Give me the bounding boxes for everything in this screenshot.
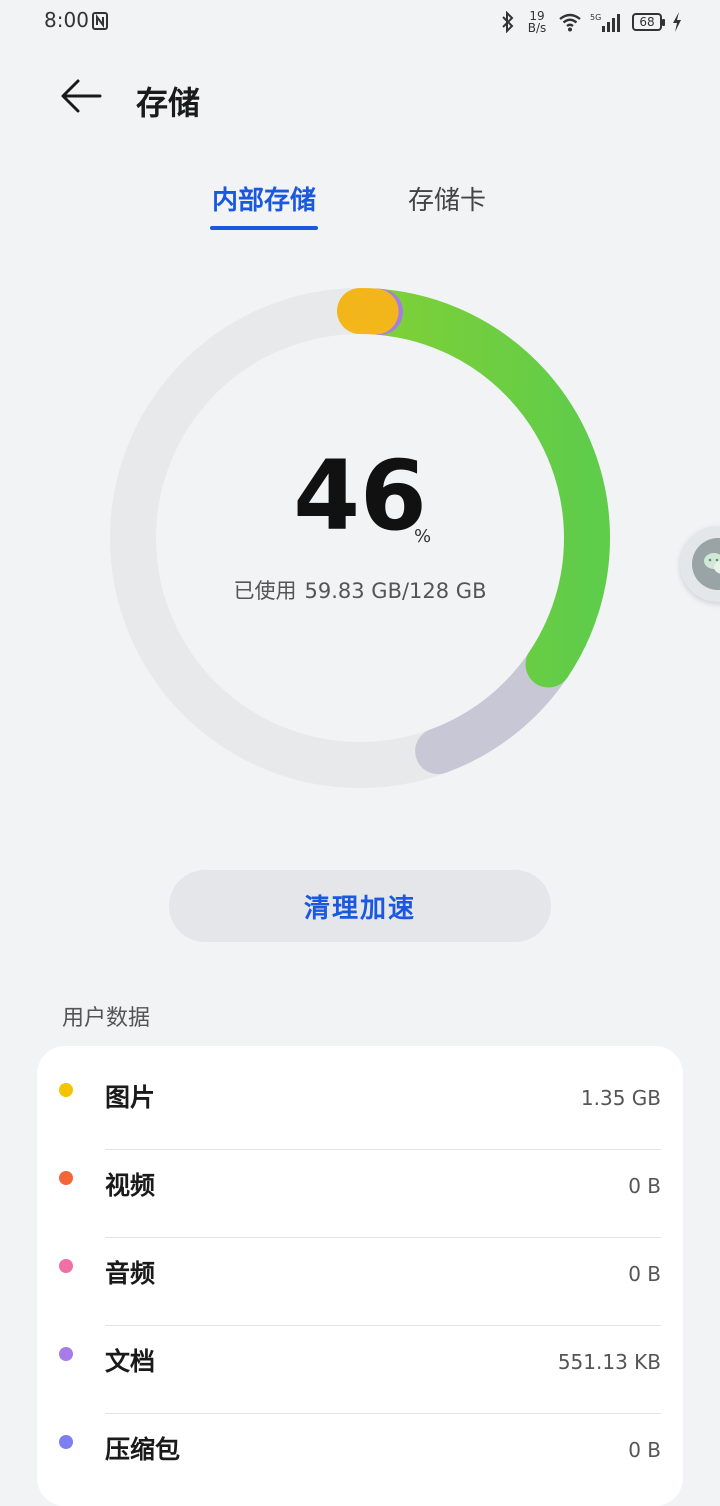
usage-percent: 46 (293, 440, 427, 552)
list-item-videos[interactable]: 视频 0 B (37, 1134, 683, 1238)
clean-up-button[interactable]: 清理加速 (169, 870, 551, 942)
usage-percent-sign: % (414, 526, 432, 547)
list-item-audio[interactable]: 音频 0 B (37, 1222, 683, 1326)
status-icons: 19 B/s 5G 68 (500, 8, 682, 36)
tab-memory-card[interactable]: 存储卡 (408, 180, 486, 222)
used-capacity: 已使用 59.83 GB/128 GB (0, 575, 720, 605)
status-time: 8:00 (44, 8, 89, 32)
network-type-label: 5G (590, 13, 601, 22)
clean-up-button-label: 清理加速 (303, 893, 416, 924)
category-dot-videos (59, 1171, 73, 1185)
list-item-documents[interactable]: 文档 551.13 KB (37, 1310, 683, 1414)
tab-memory-card-label: 存储卡 (408, 186, 487, 216)
nfc-icon (92, 12, 108, 30)
page-title: 存储 (136, 84, 201, 122)
category-dot-images (59, 1083, 73, 1097)
user-data-list: 图片 1.35 GB 视频 0 B 音频 0 B 文档 551.13 KB 压缩… (37, 1046, 683, 1506)
floating-assistant-inner (692, 538, 720, 590)
tab-internal-storage-label: 内部存储 (212, 186, 317, 216)
charging-icon (673, 12, 681, 32)
category-dot-audio (59, 1259, 73, 1273)
battery-level: 68 (639, 15, 655, 29)
user-data-heading: 用户数据 (62, 1006, 151, 1031)
category-dot-archives (59, 1435, 73, 1449)
list-item-size: 0 B (628, 1438, 661, 1462)
storage-tabs: 内部存储 存储卡 (0, 180, 720, 240)
chat-bubble-icon (704, 553, 720, 574)
bluetooth-icon (502, 11, 514, 33)
back-arrow-icon[interactable] (56, 72, 104, 120)
used-capacity-label: 已使用 (233, 579, 297, 603)
cellular-signal-icon: 5G (590, 13, 620, 32)
tab-internal-storage[interactable]: 内部存储 (210, 180, 319, 230)
list-item-name: 压缩包 (105, 1435, 181, 1464)
category-dot-documents (59, 1347, 73, 1361)
status-bar: 8:00 19 B/s 5G 68 (0, 0, 720, 44)
used-capacity-value: 59.83 GB/128 GB (304, 579, 487, 603)
active-tab-indicator (210, 226, 319, 230)
wifi-icon (559, 13, 581, 32)
battery-indicator: 68 (632, 13, 665, 31)
list-item-images[interactable]: 图片 1.35 GB (37, 1046, 683, 1150)
network-speed-unit: B/s (527, 21, 547, 35)
network-speed: 19 B/s (524, 10, 550, 34)
list-item-archives[interactable]: 压缩包 0 B (37, 1398, 683, 1486)
